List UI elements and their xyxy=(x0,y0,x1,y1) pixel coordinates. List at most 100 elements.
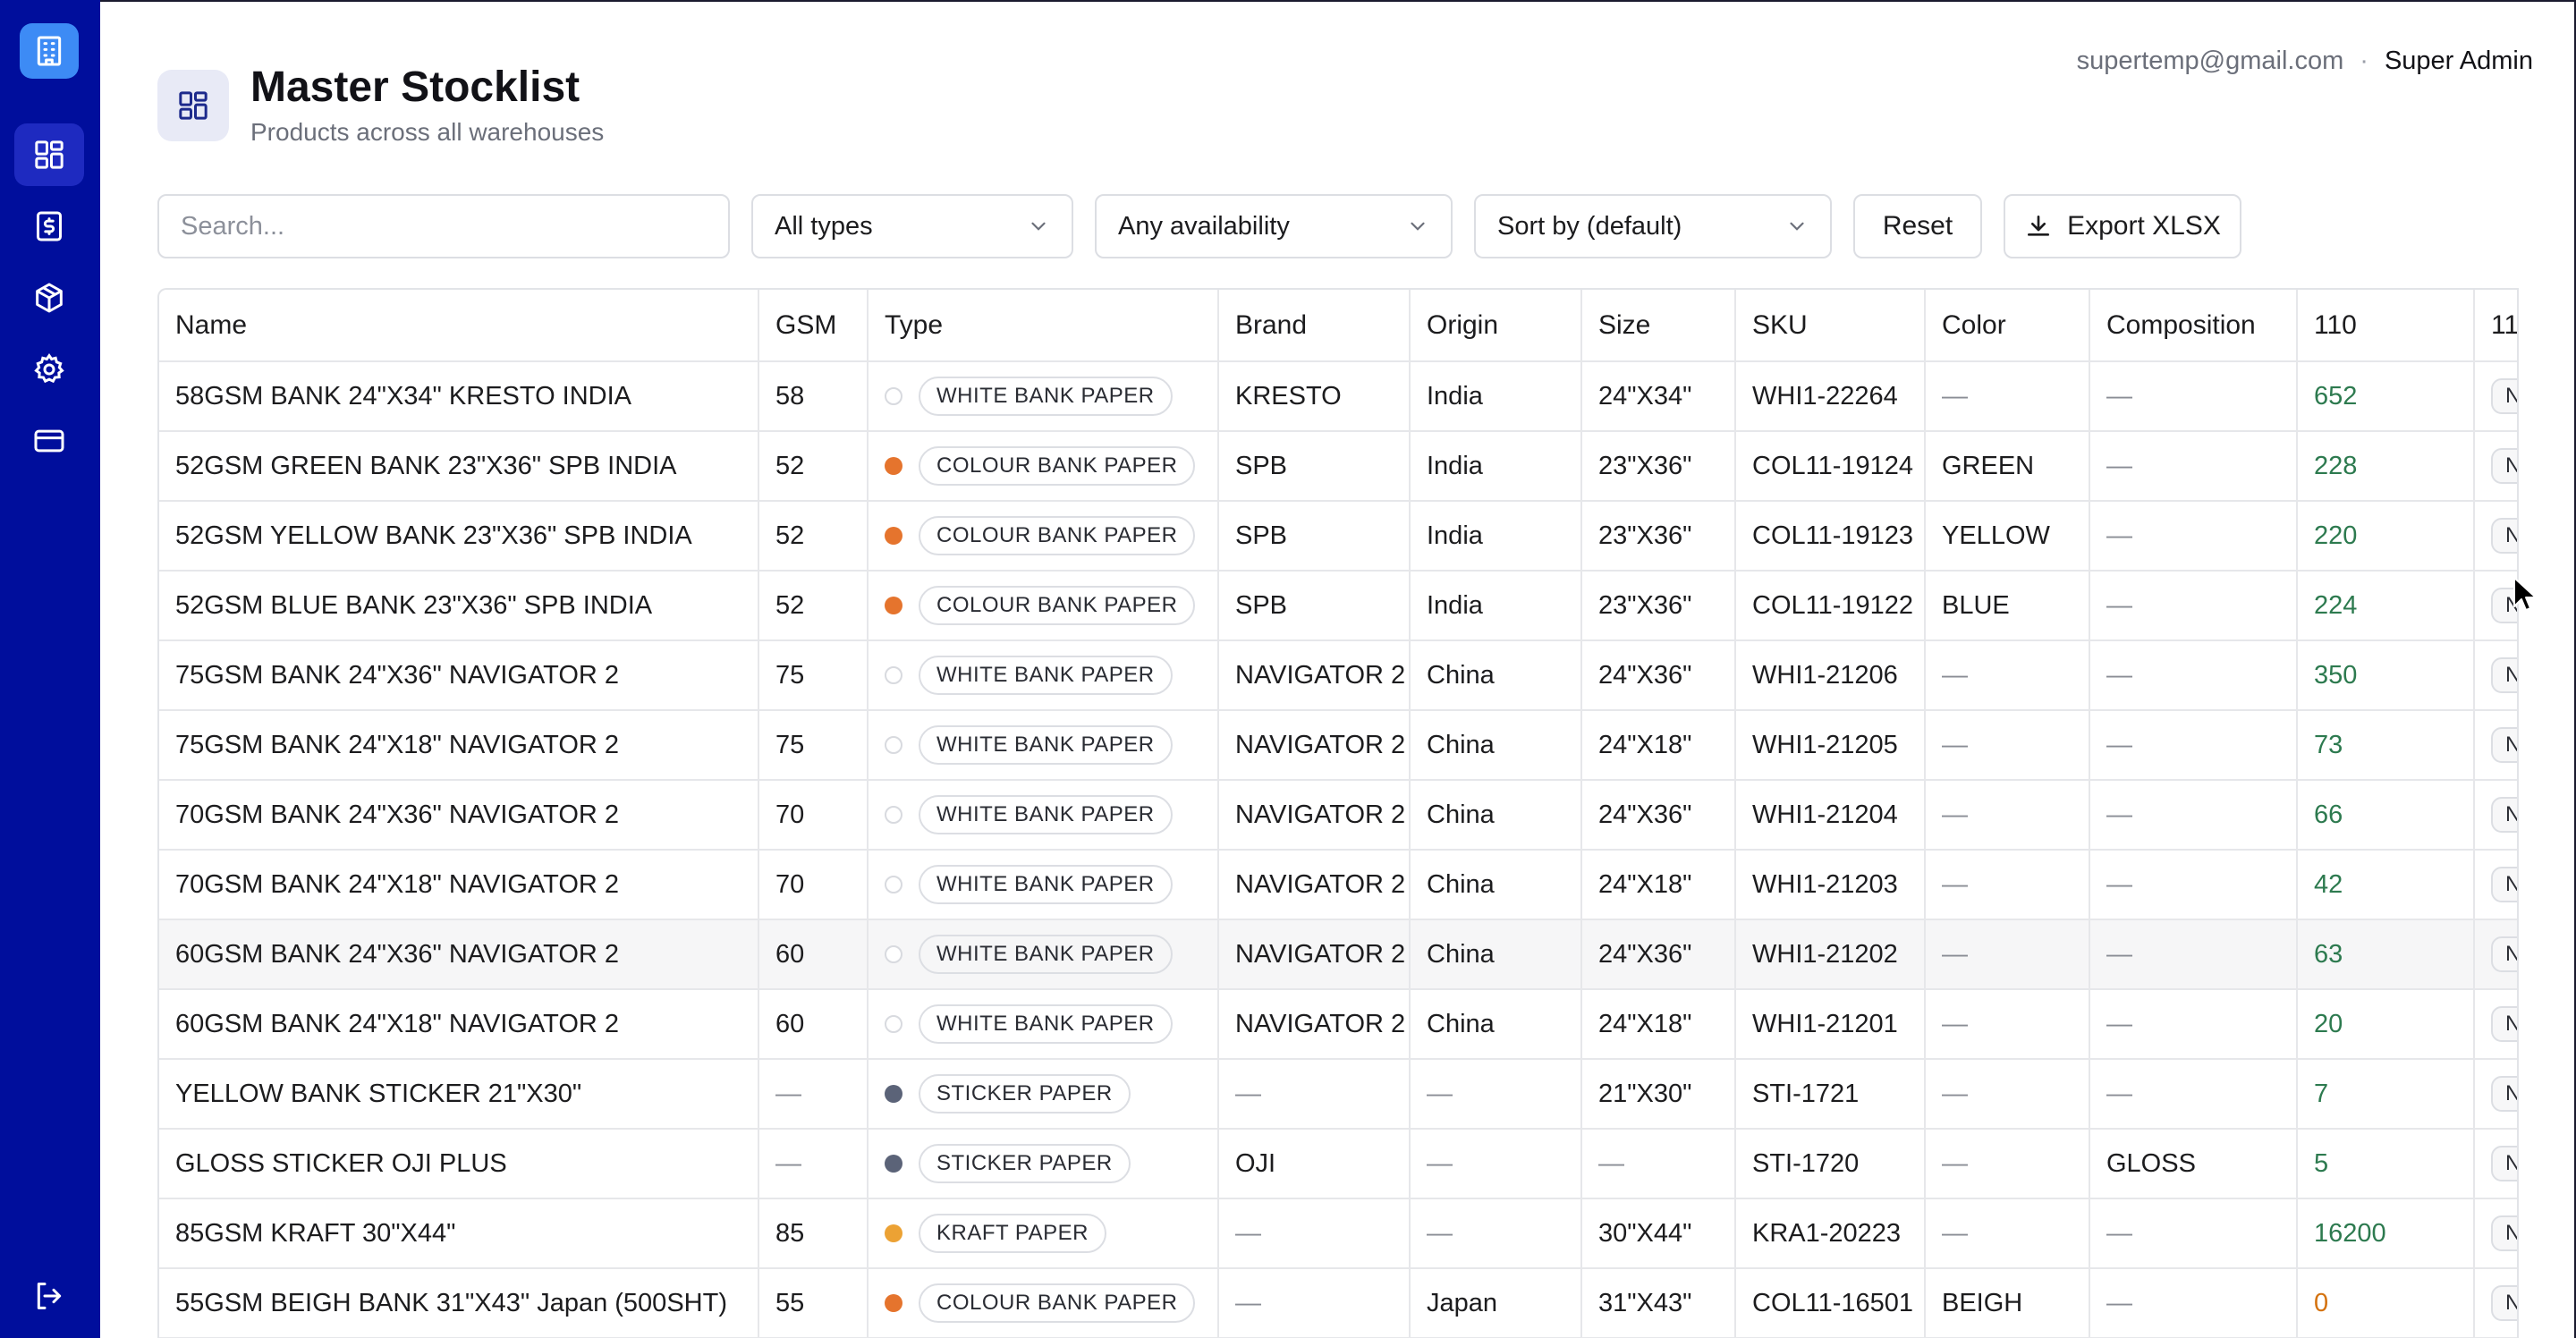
table-row[interactable]: 60GSM BANK 24"X36" NAVIGATOR 2 60 WHITE BA… xyxy=(159,919,2517,990)
cell-qty-112: N xyxy=(2474,1059,2517,1130)
cell-color: — xyxy=(1925,1129,2090,1199)
cell-color: YELLOW xyxy=(1925,501,2090,572)
cell-name: YELLOW BANK STICKER 21"X30" xyxy=(159,1059,759,1130)
table-row[interactable]: 60GSM BANK 24"X18" NAVIGATOR 2 60 WHITE BA… xyxy=(159,989,2517,1060)
search-input[interactable]: Search... xyxy=(157,194,730,258)
table-row[interactable]: 52GSM BLUE BANK 23"X36" SPB INDIA 52 COLOU… xyxy=(159,571,2517,641)
type-select[interactable]: All types xyxy=(751,194,1073,258)
cell-gsm: 52 xyxy=(758,431,869,502)
cell-composition: — xyxy=(2089,431,2298,502)
sidebar-item-billing[interactable] xyxy=(14,410,84,472)
col-header-sku[interactable]: SKU xyxy=(1735,290,1926,362)
cell-qty-112: N xyxy=(2474,501,2517,572)
cell-name: 85GSM KRAFT 30"X44" xyxy=(159,1198,759,1269)
table-row[interactable]: YELLOW BANK STICKER 21"X30" — STICKER PAPE… xyxy=(159,1059,2517,1130)
cell-qty-110: 20 xyxy=(2297,989,2475,1060)
table-row[interactable]: 70GSM BANK 24"X18" NAVIGATOR 2 70 WHITE BA… xyxy=(159,850,2517,920)
col-header-name[interactable]: Name xyxy=(159,290,759,362)
table-row[interactable]: 70GSM BANK 24"X36" NAVIGATOR 2 70 WHITE BA… xyxy=(159,780,2517,851)
type-badge: WHITE BANK PAPER xyxy=(919,656,1173,695)
cell-size: 24"X18" xyxy=(1581,850,1736,920)
cell-gsm: 52 xyxy=(758,501,869,572)
type-color-dot xyxy=(885,1155,902,1173)
table-row[interactable]: 52GSM GREEN BANK 23"X36" SPB INDIA 52 COLO… xyxy=(159,431,2517,502)
cell-size: 24"X34" xyxy=(1581,361,1736,432)
cell-name: 58GSM BANK 24"X34" KRESTO INDIA xyxy=(159,361,759,432)
sidebar-item-products[interactable] xyxy=(14,267,84,329)
card-icon xyxy=(34,429,64,453)
cell-gsm: 52 xyxy=(758,571,869,641)
sort-select[interactable]: Sort by (default) xyxy=(1474,194,1832,258)
sidebar-item-pricing[interactable] xyxy=(14,195,84,258)
cell-gsm: 70 xyxy=(758,780,869,851)
stock-table: Name GSM Type Brand Origin Size SKU Colo… xyxy=(157,288,2519,1338)
col-header-warehouse-110[interactable]: 110 xyxy=(2297,290,2475,362)
type-badge: STICKER PAPER xyxy=(919,1074,1131,1114)
cell-type: WHITE BANK PAPER xyxy=(868,361,1219,432)
type-color-dot xyxy=(885,876,902,893)
table-row[interactable]: 52GSM YELLOW BANK 23"X36" SPB INDIA 52 COL… xyxy=(159,501,2517,572)
col-header-type[interactable]: Type xyxy=(868,290,1219,362)
table-row[interactable]: 58GSM BANK 24"X34" KRESTO INDIA 58 WHITE B… xyxy=(159,361,2517,432)
table-row[interactable]: 75GSM BANK 24"X36" NAVIGATOR 2 75 WHITE BA… xyxy=(159,640,2517,711)
cell-name: 55GSM BEIGH BANK 31"X43" Japan (500SHT) xyxy=(159,1268,759,1338)
type-badge: KRAFT PAPER xyxy=(919,1214,1106,1253)
type-badge: WHITE BANK PAPER xyxy=(919,377,1173,416)
cell-sku: KRA1-20223 xyxy=(1735,1198,1926,1269)
cell-qty-112: N xyxy=(2474,989,2517,1060)
cell-size: 30"X44" xyxy=(1581,1198,1736,1269)
col-header-origin[interactable]: Origin xyxy=(1410,290,1582,362)
cell-sku: WHI1-21204 xyxy=(1735,780,1926,851)
cell-type: WHITE BANK PAPER xyxy=(868,919,1219,990)
page-icon xyxy=(157,70,229,141)
reset-button[interactable]: Reset xyxy=(1853,194,1982,258)
cell-color: — xyxy=(1925,640,2090,711)
col-header-warehouse-112[interactable]: 112 xyxy=(2474,290,2517,362)
sidebar-item-stocklist[interactable] xyxy=(14,123,84,186)
cell-size: 31"X43" xyxy=(1581,1268,1736,1338)
cell-gsm: — xyxy=(758,1129,869,1199)
sort-select-value: Sort by (default) xyxy=(1497,211,1682,241)
cell-sku: STI-1721 xyxy=(1735,1059,1926,1130)
sidebar-item-settings[interactable] xyxy=(14,338,84,401)
cell-gsm: 60 xyxy=(758,919,869,990)
table-row[interactable]: 85GSM KRAFT 30"X44" 85 KRAFT PAPER — —30"X44… xyxy=(159,1198,2517,1269)
app-logo[interactable] xyxy=(20,23,79,79)
cell-origin: — xyxy=(1410,1059,1582,1130)
cell-composition: — xyxy=(2089,1268,2298,1338)
cell-qty-112: N xyxy=(2474,1268,2517,1338)
type-color-dot xyxy=(885,457,902,475)
dollar-doc-icon xyxy=(37,211,62,241)
export-button[interactable]: Export XLSX xyxy=(2004,194,2241,258)
page-title: Master Stocklist xyxy=(250,64,580,111)
col-header-color[interactable]: Color xyxy=(1925,290,2090,362)
cell-brand: NAVIGATOR 2 xyxy=(1218,850,1411,920)
type-color-dot xyxy=(885,806,902,824)
type-color-dot xyxy=(885,1294,902,1312)
col-header-brand[interactable]: Brand xyxy=(1218,290,1411,362)
qty-112-chip: N xyxy=(2491,727,2517,763)
cell-gsm: 70 xyxy=(758,850,869,920)
type-color-dot xyxy=(885,736,902,754)
cell-size: 23"X36" xyxy=(1581,431,1736,502)
cell-sku: COL11-19124 xyxy=(1735,431,1926,502)
table-row[interactable]: GLOSS STICKER OJI PLUS — STICKER PAPER OJI —… xyxy=(159,1129,2517,1199)
availability-select[interactable]: Any availability xyxy=(1095,194,1453,258)
cell-sku: WHI1-21203 xyxy=(1735,850,1926,920)
type-color-dot xyxy=(885,1224,902,1242)
cell-brand: — xyxy=(1218,1059,1411,1130)
col-header-gsm[interactable]: GSM xyxy=(758,290,869,362)
table-row[interactable]: 75GSM BANK 24"X18" NAVIGATOR 2 75 WHITE BA… xyxy=(159,710,2517,781)
cell-type: KRAFT PAPER xyxy=(868,1198,1219,1269)
cell-color: — xyxy=(1925,989,2090,1060)
cell-size: 24"X18" xyxy=(1581,710,1736,781)
cell-brand: — xyxy=(1218,1198,1411,1269)
table-row[interactable]: 55GSM BEIGH BANK 31"X43" Japan (500SHT) 5… xyxy=(159,1268,2517,1338)
col-header-composition[interactable]: Composition xyxy=(2089,290,2298,362)
cell-color: — xyxy=(1925,1059,2090,1130)
cell-qty-110: 652 xyxy=(2297,361,2475,432)
col-header-size[interactable]: Size xyxy=(1581,290,1736,362)
cell-color: — xyxy=(1925,361,2090,432)
sidebar-item-logout[interactable] xyxy=(14,1265,84,1327)
cell-composition: — xyxy=(2089,361,2298,432)
